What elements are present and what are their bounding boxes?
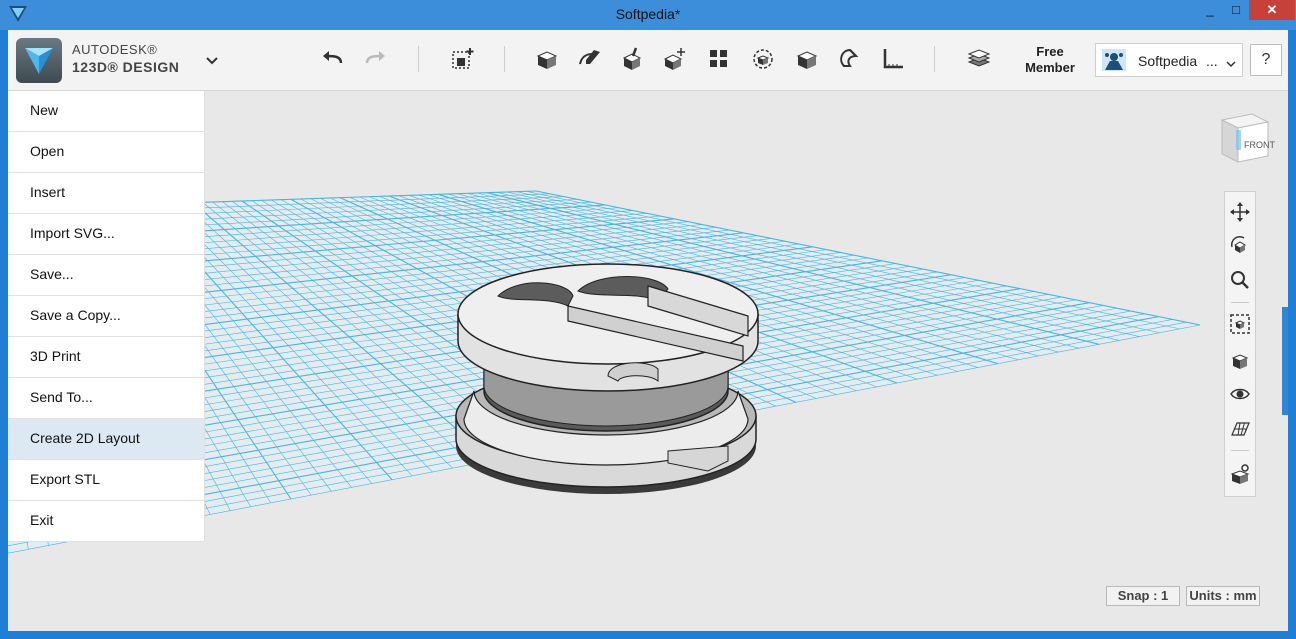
toolbar-separator: [504, 46, 505, 72]
navigation-bar: [1224, 191, 1256, 497]
app-frame: AUTODESK® 123D® DESIGN Free Member Softp…: [8, 30, 1288, 631]
nav-separator: [1231, 450, 1249, 451]
avatar: [1102, 49, 1126, 76]
brand-product: 123D® DESIGN: [72, 59, 180, 75]
menu-item-save-a-copy[interactable]: Save a Copy...: [8, 296, 204, 337]
membership-line1: Free: [1036, 44, 1064, 59]
redo-icon[interactable]: [360, 44, 390, 74]
title-bar: Softpedia* _ □ ✕: [0, 0, 1296, 30]
account-name-ellipsis: ...: [1206, 53, 1218, 69]
account-dropdown[interactable]: Softpedia ...: [1095, 43, 1243, 77]
snap-status[interactable]: Snap : 1: [1106, 586, 1180, 606]
pan-icon[interactable]: [1228, 200, 1252, 224]
perspective-icon[interactable]: [1228, 348, 1252, 372]
autodesk-logo-icon: [25, 48, 53, 74]
file-menu: New Open Insert Import SVG... Save... Save a …: [8, 91, 205, 542]
primitives-icon[interactable]: [448, 44, 478, 74]
menu-item-exit[interactable]: Exit: [8, 501, 204, 542]
fit-icon[interactable]: [1228, 312, 1252, 336]
view-cube[interactable]: FRONT: [1208, 106, 1278, 175]
orbit-icon[interactable]: [1228, 234, 1252, 258]
construct-icon[interactable]: [574, 44, 604, 74]
material-preview-icon[interactable]: [1228, 462, 1252, 486]
minimize-button[interactable]: _: [1197, 0, 1223, 20]
menu-item-new[interactable]: New: [8, 91, 204, 132]
pattern-icon[interactable]: [704, 44, 734, 74]
grid-toggle-icon[interactable]: [1228, 416, 1252, 440]
zoom-icon[interactable]: [1228, 268, 1252, 292]
menu-item-save[interactable]: Save...: [8, 255, 204, 296]
close-button[interactable]: ✕: [1249, 0, 1295, 20]
measure-icon[interactable]: [878, 44, 908, 74]
eye-icon[interactable]: [1228, 382, 1252, 406]
account-name: Softpedia: [1138, 53, 1198, 69]
snap-icon[interactable]: [834, 44, 864, 74]
menu-item-open[interactable]: Open: [8, 132, 204, 173]
menu-item-send-to[interactable]: Send To...: [8, 378, 204, 419]
units-status[interactable]: Units : mm: [1186, 586, 1260, 606]
view-cube-face-label: FRONT: [1244, 140, 1275, 150]
toolbar-separator: [418, 46, 419, 72]
menu-item-3d-print[interactable]: 3D Print: [8, 337, 204, 378]
material-icon[interactable]: [964, 44, 994, 74]
menu-item-import-svg[interactable]: Import SVG...: [8, 214, 204, 255]
main-toolbar: AUTODESK® 123D® DESIGN Free Member Softp…: [8, 30, 1288, 91]
chevron-down-icon: [1226, 55, 1236, 73]
membership-label[interactable]: Free Member: [1010, 44, 1090, 76]
group-icon[interactable]: [748, 44, 778, 74]
maximize-button[interactable]: □: [1223, 0, 1249, 20]
app-menu-button[interactable]: [16, 38, 62, 83]
membership-line2: Member: [1025, 60, 1075, 75]
side-panel-tab[interactable]: [1282, 307, 1288, 415]
brand-autodesk: AUTODESK®: [72, 42, 158, 57]
modify-icon[interactable]: [618, 44, 648, 74]
3d-model[interactable]: [455, 263, 759, 494]
nav-separator: [1231, 302, 1249, 303]
undo-icon[interactable]: [318, 44, 348, 74]
move-icon[interactable]: [660, 44, 690, 74]
toolbar-separator: [934, 46, 935, 72]
chevron-down-icon[interactable]: [205, 53, 219, 71]
sketch-icon[interactable]: [532, 44, 562, 74]
menu-item-insert[interactable]: Insert: [8, 173, 204, 214]
menu-item-create-2d-layout[interactable]: Create 2D Layout: [8, 419, 204, 460]
window-title: Softpedia*: [615, 6, 681, 22]
help-button[interactable]: ?: [1250, 44, 1282, 76]
combine-icon[interactable]: [792, 44, 822, 74]
menu-item-export-stl[interactable]: Export STL: [8, 460, 204, 501]
